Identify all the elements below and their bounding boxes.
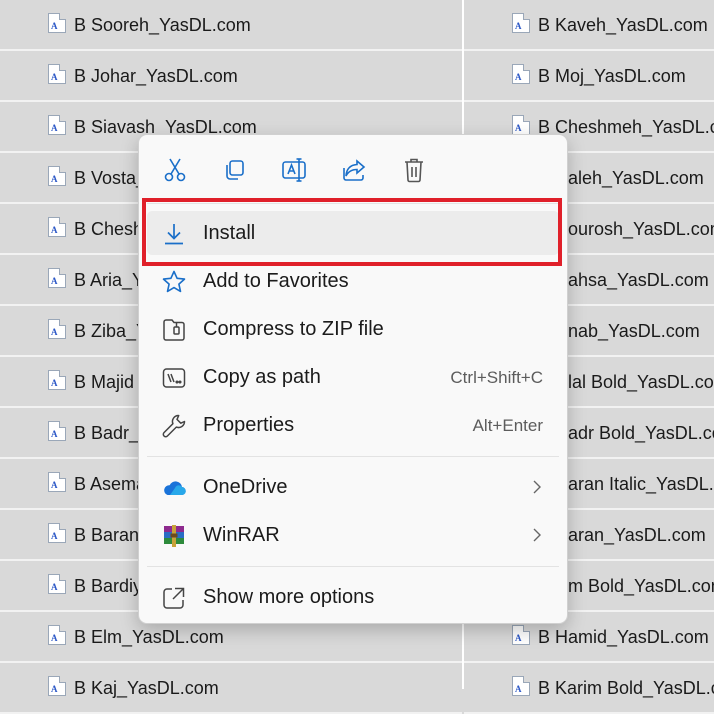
- properties-label: Properties: [203, 414, 295, 436]
- compress-zip-label: Compress to ZIP file: [203, 318, 384, 340]
- file-name: B Elm_YasDL.com: [74, 627, 224, 647]
- file-name: B Vosta_: [74, 168, 147, 188]
- font-file-icon: A: [48, 472, 66, 492]
- font-file-icon: A: [48, 166, 66, 186]
- chevron-right-icon: [533, 480, 541, 494]
- copy-icon: [226, 160, 244, 180]
- font-file-icon: A: [48, 64, 66, 84]
- onedrive-menu-item[interactable]: OneDrive: [147, 465, 559, 509]
- share-icon: [343, 159, 366, 181]
- onedrive-label: OneDrive: [203, 476, 288, 498]
- file-name: B Hamid_YasDL.com: [538, 627, 709, 647]
- file-name: adr Bold_YasDL.com: [568, 423, 714, 443]
- file-name: B Asema: [74, 474, 147, 494]
- file-name: B Johar_YasDL.com: [74, 66, 238, 86]
- file-name: lal Bold_YasDL.com: [568, 372, 714, 392]
- highlight-annotation: [142, 198, 562, 266]
- more-options-icon: [163, 587, 185, 609]
- add-to-favorites-label: Add to Favorites: [203, 270, 349, 292]
- file-name: B Moj_YasDL.com: [538, 66, 686, 86]
- font-file-icon: A: [48, 115, 66, 135]
- cut-icon: [164, 158, 186, 182]
- cut-button[interactable]: [157, 153, 193, 187]
- file-name: B Baran: [74, 525, 140, 545]
- file-name: B Sooreh_YasDL.com: [74, 15, 251, 35]
- font-file-icon: A: [512, 13, 530, 33]
- rename-button[interactable]: [276, 153, 312, 187]
- properties-shortcut: Alt+Enter: [472, 416, 543, 435]
- path-icon: [162, 368, 186, 388]
- file-name: nab_YasDL.com: [568, 321, 700, 341]
- delete-button[interactable]: [396, 153, 432, 187]
- cloud-icon: [164, 481, 186, 496]
- copy-button[interactable]: [216, 153, 252, 187]
- zip-icon: [163, 319, 185, 341]
- copy-as-path-label: Copy as path: [203, 366, 321, 388]
- menu-separator: [147, 566, 559, 567]
- properties-menu-item[interactable]: Properties Alt+Enter: [147, 403, 559, 447]
- winrar-label: WinRAR: [203, 524, 280, 546]
- font-file-icon: A: [48, 13, 66, 33]
- file-item[interactable]: A B Sooreh_YasDL.com: [0, 0, 462, 51]
- context-menu-toolbar: [139, 135, 567, 203]
- font-file-icon: A: [48, 676, 66, 696]
- file-name: aran_YasDL.com: [568, 525, 706, 545]
- show-more-options-label: Show more options: [203, 586, 375, 608]
- delete-icon: [405, 158, 423, 183]
- chevron-right-icon: [533, 528, 541, 542]
- font-file-icon: A: [48, 370, 66, 390]
- winrar-menu-item[interactable]: WinRAR: [147, 513, 559, 557]
- font-file-icon: A: [512, 676, 530, 696]
- file-name: B Chesh: [74, 219, 144, 239]
- file-item[interactable]: A B Johar_YasDL.com: [0, 51, 462, 102]
- font-file-icon: A: [512, 115, 530, 135]
- font-file-icon: A: [48, 574, 66, 594]
- star-icon: [162, 270, 186, 293]
- font-file-icon: A: [512, 64, 530, 84]
- file-item[interactable]: A B Kaveh_YasDL.com: [464, 0, 714, 51]
- show-more-options-menu-item[interactable]: Show more options: [147, 575, 559, 619]
- file-name: aleh_YasDL.com: [568, 168, 704, 188]
- font-file-icon: A: [48, 268, 66, 288]
- file-name: B Bardiy: [74, 576, 143, 596]
- font-file-icon: A: [48, 217, 66, 237]
- font-file-icon: A: [48, 319, 66, 339]
- share-button[interactable]: [336, 153, 372, 187]
- file-name: ourosh_YasDL.com: [568, 219, 714, 239]
- font-file-icon: A: [48, 523, 66, 543]
- file-name: ahsa_YasDL.com: [568, 270, 709, 290]
- file-name: B Majid: [74, 372, 135, 392]
- menu-separator: [147, 456, 559, 457]
- file-name: aran Italic_YasDL.com: [568, 474, 714, 494]
- font-file-icon: A: [48, 421, 66, 441]
- font-file-icon: A: [512, 625, 530, 645]
- file-name: B Kaveh_YasDL.com: [538, 15, 708, 35]
- copy-as-path-shortcut: Ctrl+Shift+C: [450, 368, 543, 387]
- file-name: B Ziba_Y: [74, 321, 149, 341]
- wrench-icon: [162, 414, 186, 438]
- file-name: m Bold_YasDL.com: [568, 576, 714, 596]
- winrar-icon: [164, 525, 184, 547]
- file-item[interactable]: A B Moj_YasDL.com: [464, 51, 714, 102]
- copy-as-path-menu-item[interactable]: Copy as path Ctrl+Shift+C: [147, 355, 559, 399]
- rename-icon: [282, 158, 306, 182]
- compress-zip-menu-item[interactable]: Compress to ZIP file: [147, 307, 559, 351]
- font-file-icon: A: [48, 625, 66, 645]
